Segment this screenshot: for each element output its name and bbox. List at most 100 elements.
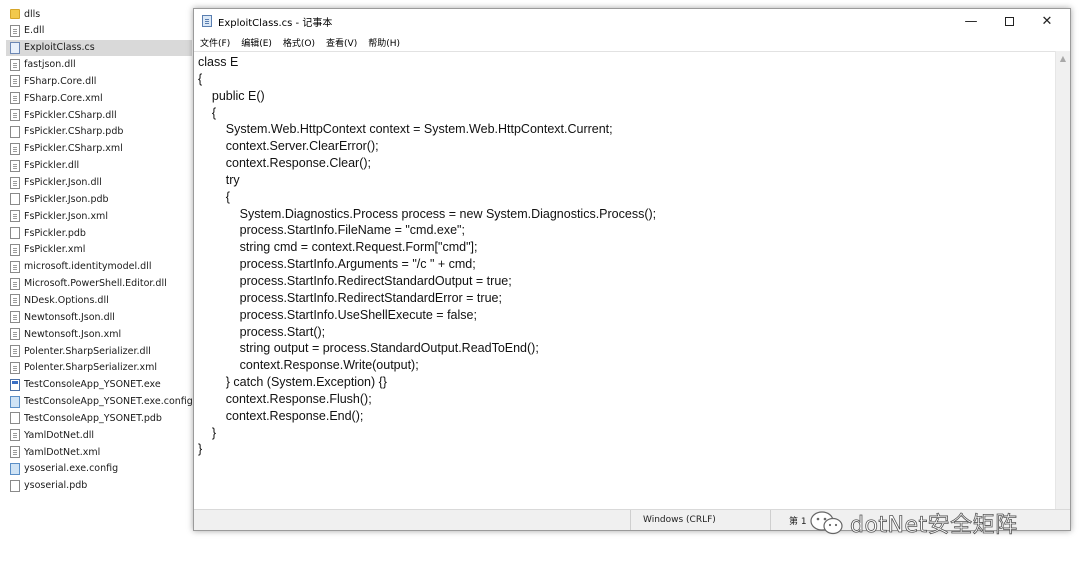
folder-icon (10, 9, 20, 19)
file-list-item[interactable]: TestConsoleApp_YSONET.exe (6, 377, 192, 393)
minimize-button[interactable]: — (952, 9, 990, 33)
file-list-item[interactable]: YamlDotNet.dll (6, 427, 192, 443)
dll-file-icon (10, 109, 20, 122)
file-list-item[interactable]: Newtonsoft.Json.xml (6, 326, 192, 342)
file-name: Polenter.SharpSerializer.xml (24, 362, 158, 374)
file-name: YamlDotNet.dll (24, 429, 95, 441)
pdb-file-icon (10, 479, 20, 492)
xml-file-icon (10, 328, 20, 341)
dll-file-icon (10, 159, 20, 172)
dll-file-icon (10, 277, 20, 290)
file-list-item[interactable]: dlls (6, 6, 192, 22)
xml-file-icon (10, 243, 20, 256)
text-editor-area[interactable]: class E { public E() { System.Web.HttpCo… (194, 51, 1056, 510)
file-name: TestConsoleApp_YSONET.exe.config (24, 396, 192, 408)
menu-help[interactable]: 帮助(H) (368, 36, 400, 49)
code-text[interactable]: class E { public E() { System.Web.HttpCo… (198, 54, 656, 458)
close-button[interactable]: ✕ (1028, 9, 1066, 33)
dll-file-icon (10, 429, 20, 442)
file-list-item[interactable]: FSharp.Core.dll (6, 73, 192, 89)
file-name: Newtonsoft.Json.dll (24, 311, 115, 323)
notepad-icon (202, 15, 212, 27)
file-list-item[interactable]: FsPickler.Json.xml (6, 208, 192, 224)
watermark-text: dotNet安全矩阵 (850, 513, 1018, 539)
file-name: FsPickler.pdb (24, 227, 86, 239)
dll-file-icon (10, 260, 20, 273)
cs-file-icon (10, 41, 20, 54)
file-name: YamlDotNet.xml (24, 446, 101, 458)
file-name: FSharp.Core.dll (24, 75, 97, 87)
file-name: fastjson.dll (24, 59, 76, 71)
dll-file-icon (10, 75, 20, 88)
file-list-item[interactable]: microsoft.identitymodel.dll (6, 259, 192, 275)
file-name: ysoserial.pdb (24, 480, 88, 492)
notepad-window: ExploitClass.cs - 记事本 — ✕ 文件(F) 编辑(E) 格式… (193, 8, 1071, 531)
file-list-item[interactable]: Polenter.SharpSerializer.xml (6, 360, 192, 376)
file-list-item[interactable]: FsPickler.CSharp.pdb (6, 124, 192, 140)
file-list-item[interactable]: fastjson.dll (6, 57, 192, 73)
file-name: TestConsoleApp_YSONET.pdb (24, 412, 162, 424)
vertical-scrollbar[interactable]: ▲ (1055, 51, 1070, 510)
file-list-item[interactable]: Newtonsoft.Json.dll (6, 309, 192, 325)
file-list-item[interactable]: FsPickler.Json.dll (6, 175, 192, 191)
file-name: FsPickler.Json.dll (24, 177, 102, 188)
config-file-icon (10, 395, 20, 408)
dll-file-icon (10, 294, 20, 307)
status-line-ending: Windows (CRLF) (630, 510, 770, 530)
file-list-item[interactable]: ysoserial.exe.config (6, 461, 192, 477)
file-name: dlls (24, 8, 41, 20)
file-list-item[interactable]: FsPickler.CSharp.dll (6, 107, 192, 123)
file-name: FsPickler.CSharp.dll (24, 109, 117, 121)
file-name: FsPickler.CSharp.pdb (24, 126, 124, 138)
file-list-item[interactable]: TestConsoleApp_YSONET.pdb (6, 410, 192, 426)
xml-file-icon (10, 142, 20, 155)
file-name: microsoft.identitymodel.dll (24, 261, 152, 273)
file-list-item[interactable]: Microsoft.PowerShell.Editor.dll (6, 276, 192, 292)
wechat-logo-icon (810, 511, 843, 535)
menu-edit[interactable]: 编辑(E) (241, 36, 272, 49)
maximize-icon (1004, 16, 1014, 26)
xml-file-icon (10, 446, 20, 459)
config-file-icon (10, 462, 20, 475)
minimize-icon: — (964, 13, 978, 29)
file-list-item[interactable]: TestConsoleApp_YSONET.exe.config (6, 394, 192, 410)
file-name: Polenter.SharpSerializer.dll (24, 345, 151, 357)
scroll-up-arrow-icon[interactable]: ▲ (1056, 54, 1070, 63)
watermark: dotNet安全矩阵 (808, 507, 1018, 539)
file-list-item[interactable]: Polenter.SharpSerializer.dll (6, 343, 192, 359)
close-icon: ✕ (1041, 13, 1053, 29)
file-list-item[interactable]: NDesk.Options.dll (6, 292, 192, 308)
file-name: ysoserial.exe.config (24, 463, 119, 475)
cursor-position-label: 第 1 (789, 516, 807, 527)
file-list-item[interactable]: FsPickler.dll (6, 158, 192, 174)
file-name: FsPickler.dll (24, 160, 80, 172)
menu-file[interactable]: 文件(F) (200, 36, 230, 49)
dll-file-icon (10, 345, 20, 357)
file-explorer-list: dlls E.dll ExploitClass.cs fastjson.dll FSha… (6, 6, 194, 496)
file-name: Microsoft.PowerShell.Editor.dll (24, 278, 167, 290)
window-title: ExploitClass.cs - 记事本 (218, 17, 333, 29)
file-list-item[interactable]: YamlDotNet.xml (6, 444, 192, 460)
dll-file-icon (10, 176, 20, 189)
file-name: E.dll (24, 25, 45, 37)
line-ending-label: Windows (CRLF) (643, 515, 716, 525)
file-name: FSharp.Core.xml (24, 92, 103, 104)
file-list-item[interactable]: FsPickler.CSharp.xml (6, 141, 192, 157)
file-name: TestConsoleApp_YSONET.exe (24, 379, 161, 391)
title-bar[interactable]: ExploitClass.cs - 记事本 — ✕ (194, 9, 1070, 33)
file-list-item[interactable]: FsPickler.pdb (6, 225, 192, 241)
pdb-file-icon (10, 227, 20, 240)
file-list-item[interactable]: FsPickler.Json.pdb (6, 191, 192, 207)
file-list-item[interactable]: ExploitClass.cs (6, 39, 192, 56)
menu-format[interactable]: 格式(O) (283, 36, 315, 49)
menu-view[interactable]: 查看(V) (326, 36, 357, 49)
dll-file-icon (10, 311, 20, 324)
file-name: ExploitClass.cs (24, 42, 95, 54)
file-list-item[interactable]: ysoserial.pdb (6, 478, 192, 494)
file-list-item[interactable]: FSharp.Core.xml (6, 90, 192, 106)
maximize-button[interactable] (990, 9, 1028, 33)
file-list-item[interactable]: E.dll (6, 23, 192, 39)
pdb-file-icon (10, 412, 20, 425)
file-list-item[interactable]: FsPickler.xml (6, 242, 192, 258)
xml-file-icon (10, 92, 20, 105)
